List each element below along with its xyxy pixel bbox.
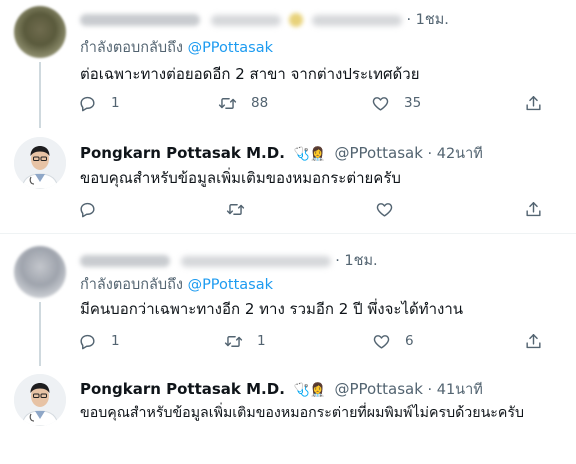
retweet-count: 88 — [251, 95, 269, 111]
tweet-2[interactable]: Pongkarn Pottasak M.D. 🩺👩‍⚕️ @PPottasak … — [0, 125, 576, 231]
retweet-button[interactable]: 1 — [224, 330, 266, 352]
badge-icon — [289, 13, 304, 27]
replying-to-label: กำลังตอบกลับถึง — [80, 40, 183, 56]
like-button[interactable]: 35 — [371, 92, 421, 114]
like-button[interactable]: 6 — [372, 330, 414, 352]
share-icon — [524, 332, 543, 351]
tweet-text: มีคนบอกว่าเฉพาะทางอีก 2 ทาง รวมอีก 2 ปี … — [80, 300, 464, 318]
timestamp[interactable]: · 42นาที — [428, 146, 483, 162]
timestamp[interactable]: · 41นาที — [428, 382, 483, 398]
tweet-text: ขอบคุณสำหรับข้อมูลเพิ่มเติมของหมอกระต่าย… — [80, 169, 401, 187]
timestamp[interactable]: · 1ชม. — [335, 253, 377, 269]
share-button[interactable] — [524, 92, 543, 114]
share-button[interactable] — [524, 330, 543, 352]
stethoscope-icon: 🩺👩‍⚕️ — [293, 147, 326, 162]
tweet-3[interactable]: · 1ชม. กำลังตอบกลับถึง @PPottasak มีคนบอ… — [0, 234, 576, 366]
tweet-header: · 1ชม. — [80, 249, 378, 272]
tweet-text: ต่อเฉพาะทางต่อยอดอีก 2 สาขา จากต่างประเท… — [80, 65, 420, 83]
doctor-avatar-image — [14, 374, 66, 426]
reply-button[interactable]: 1 — [78, 330, 120, 352]
stethoscope-icon: 🩺👩‍⚕️ — [293, 383, 326, 398]
redacted-handle — [311, 14, 402, 26]
reply-icon — [78, 94, 97, 113]
avatar[interactable] — [14, 6, 66, 58]
replying-to-label: กำลังตอบกลับถึง — [80, 277, 183, 293]
reply-count: 1 — [111, 95, 120, 111]
replying-to: กำลังตอบกลับถึง @PPottasak — [80, 273, 273, 296]
action-bar: 1 1 6 — [78, 330, 548, 352]
action-bar: 1 88 35 — [78, 92, 548, 114]
avatar[interactable] — [14, 137, 66, 189]
action-bar — [78, 198, 548, 220]
display-name[interactable]: Pongkarn Pottasak M.D. — [80, 144, 285, 162]
tweet-header: Pongkarn Pottasak M.D. 🩺👩‍⚕️ @PPottasak … — [80, 142, 483, 165]
share-button[interactable] — [524, 198, 543, 220]
tweet-4[interactable]: Pongkarn Pottasak M.D. 🩺👩‍⚕️ @PPottasak … — [0, 362, 576, 464]
reply-icon — [78, 332, 97, 351]
like-count: 35 — [404, 95, 422, 111]
mention-link[interactable]: @PPottasak — [188, 277, 273, 293]
tweet-1[interactable]: · 1ชม. กำลังตอบกลับถึง @PPottasak ต่อเฉพ… — [0, 0, 576, 128]
share-icon — [524, 200, 543, 219]
heart-icon — [371, 94, 390, 113]
redacted-display-name[interactable] — [80, 14, 200, 26]
retweet-button[interactable] — [226, 198, 245, 220]
heart-icon — [375, 200, 394, 219]
retweet-icon — [224, 332, 243, 351]
redacted-handle — [180, 255, 331, 267]
reply-count: 1 — [111, 333, 120, 349]
reply-icon — [78, 200, 97, 219]
reply-button[interactable]: 1 — [78, 92, 120, 114]
tweet-header: · 1ชม. — [80, 8, 449, 31]
mention-link[interactable]: @PPottasak — [188, 40, 273, 56]
retweet-icon — [226, 200, 245, 219]
reply-button[interactable] — [78, 198, 97, 220]
avatar[interactable] — [14, 374, 66, 426]
tweet-text: ขอบคุณสำหรับข้อมูลเพิ่มเติมของหมอกระต่าย… — [80, 405, 525, 421]
doctor-avatar-image — [14, 137, 66, 189]
redacted-display-name[interactable] — [80, 255, 170, 267]
heart-icon — [372, 332, 391, 351]
avatar[interactable] — [14, 246, 66, 298]
thread-line — [39, 302, 41, 366]
retweet-button[interactable]: 88 — [218, 92, 268, 114]
display-name[interactable]: Pongkarn Pottasak M.D. — [80, 380, 285, 398]
like-button[interactable] — [375, 198, 394, 220]
redacted-handle — [210, 14, 281, 26]
share-icon — [524, 94, 543, 113]
replying-to: กำลังตอบกลับถึง @PPottasak — [80, 36, 273, 59]
username[interactable]: @PPottasak — [335, 144, 423, 162]
tweet-header: Pongkarn Pottasak M.D. 🩺👩‍⚕️ @PPottasak … — [80, 378, 483, 401]
like-count: 6 — [405, 333, 414, 349]
retweet-count: 1 — [257, 333, 266, 349]
timestamp[interactable]: · 1ชม. — [406, 12, 448, 28]
retweet-icon — [218, 94, 237, 113]
thread-line — [39, 62, 41, 128]
username[interactable]: @PPottasak — [335, 380, 423, 398]
